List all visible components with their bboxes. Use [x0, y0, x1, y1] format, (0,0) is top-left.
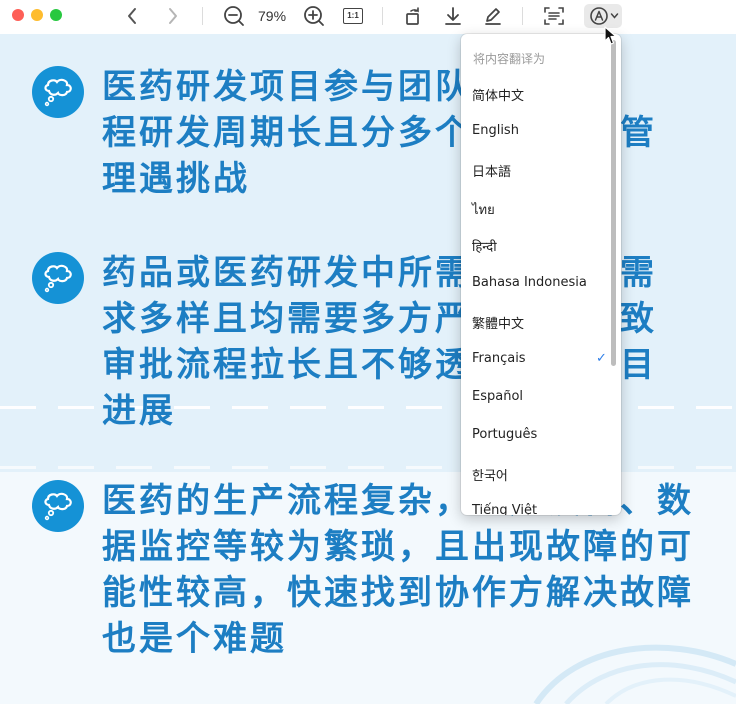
text-scan-icon	[544, 7, 564, 25]
checkmark-icon: ✓	[596, 351, 607, 366]
menu-item-label: English	[472, 123, 519, 138]
menu-item-label: 繁體中文	[472, 317, 525, 332]
text-recognition-button[interactable]	[542, 4, 566, 28]
menu-header: 将内容翻译为	[473, 52, 546, 66]
menu-item-portuguese[interactable]: Português	[461, 421, 621, 451]
menu-item-label: ไทย	[472, 203, 495, 218]
toolbar-divider	[202, 7, 203, 25]
rotate-icon	[406, 7, 419, 25]
menu-item-hindi[interactable]: हिन्दी	[461, 231, 621, 261]
decorative-dashes	[0, 466, 736, 469]
translate-icon	[589, 7, 608, 25]
minimize-window-button[interactable]	[31, 9, 43, 21]
menu-item-french[interactable]: Français ✓	[461, 345, 621, 375]
menu-item-label: हिन्दी	[472, 240, 497, 255]
chevron-right-icon	[169, 8, 177, 24]
toolbar-divider	[522, 7, 523, 25]
download-icon	[445, 7, 461, 25]
menu-item-zh-hant[interactable]: 繁體中文	[461, 307, 621, 337]
menu-item-vietnamese[interactable]: Tiếng Việt	[461, 497, 621, 515]
zoom-level: 79%	[258, 8, 287, 24]
document-page[interactable]: 医药研发项目参与团队众多，全 程研发周期长且分多个阶段项目管 理遇挑战 药品或医…	[0, 34, 736, 704]
menu-item-label: Español	[472, 389, 524, 404]
menu-item-spanish[interactable]: Español	[461, 383, 621, 413]
menu-item-label: Français	[472, 351, 526, 366]
forward-button[interactable]	[163, 4, 183, 28]
toolbar: 79% 1:1	[0, 0, 736, 35]
download-button[interactable]	[442, 4, 464, 28]
chevron-down-icon	[610, 13, 618, 19]
mouse-pointer-icon	[604, 26, 617, 45]
zoom-out-button[interactable]	[222, 4, 246, 28]
back-button[interactable]	[122, 4, 142, 28]
menu-item-korean[interactable]: 한국어	[461, 459, 621, 489]
translate-button[interactable]	[584, 4, 622, 28]
close-window-button[interactable]	[12, 9, 24, 21]
decorative-swirl	[533, 644, 736, 704]
toolbar-divider	[382, 7, 383, 25]
menu-item-japanese[interactable]: 日本語	[461, 155, 621, 185]
pencil-icon	[485, 8, 501, 25]
menu-item-zh-hans[interactable]: 简体中文	[461, 79, 621, 109]
chevron-left-icon	[128, 8, 136, 24]
annotate-button[interactable]	[482, 4, 504, 28]
zoom-out-icon	[224, 6, 244, 26]
menu-item-label: Português	[472, 427, 538, 442]
thought-bubble-icon	[32, 252, 84, 304]
menu-item-label: 简体中文	[472, 89, 525, 104]
thought-bubble-icon	[32, 480, 84, 532]
menu-item-label: 한국어	[472, 469, 508, 484]
menu-scrollbar[interactable]	[611, 40, 616, 366]
menu-item-label: 日本語	[472, 165, 512, 180]
zoom-in-button[interactable]	[302, 4, 326, 28]
rotate-button[interactable]	[402, 4, 424, 28]
zoom-in-icon	[304, 6, 324, 26]
thought-bubble-icon	[32, 66, 84, 118]
menu-item-label: Tiếng Việt	[472, 503, 538, 515]
actual-size-button[interactable]: 1:1	[342, 4, 364, 28]
menu-item-english[interactable]: English	[461, 117, 621, 147]
menu-item-indonesian[interactable]: Bahasa Indonesia	[461, 269, 621, 299]
menu-item-label: Bahasa Indonesia	[472, 275, 587, 290]
menu-item-thai[interactable]: ไทย	[461, 193, 621, 223]
translate-menu: 将内容翻译为 简体中文 English 日本語 ไทย हिन्दी Bahas…	[461, 34, 621, 515]
zoom-window-button[interactable]	[50, 9, 62, 21]
actual-size-icon: 1:1	[343, 8, 363, 24]
